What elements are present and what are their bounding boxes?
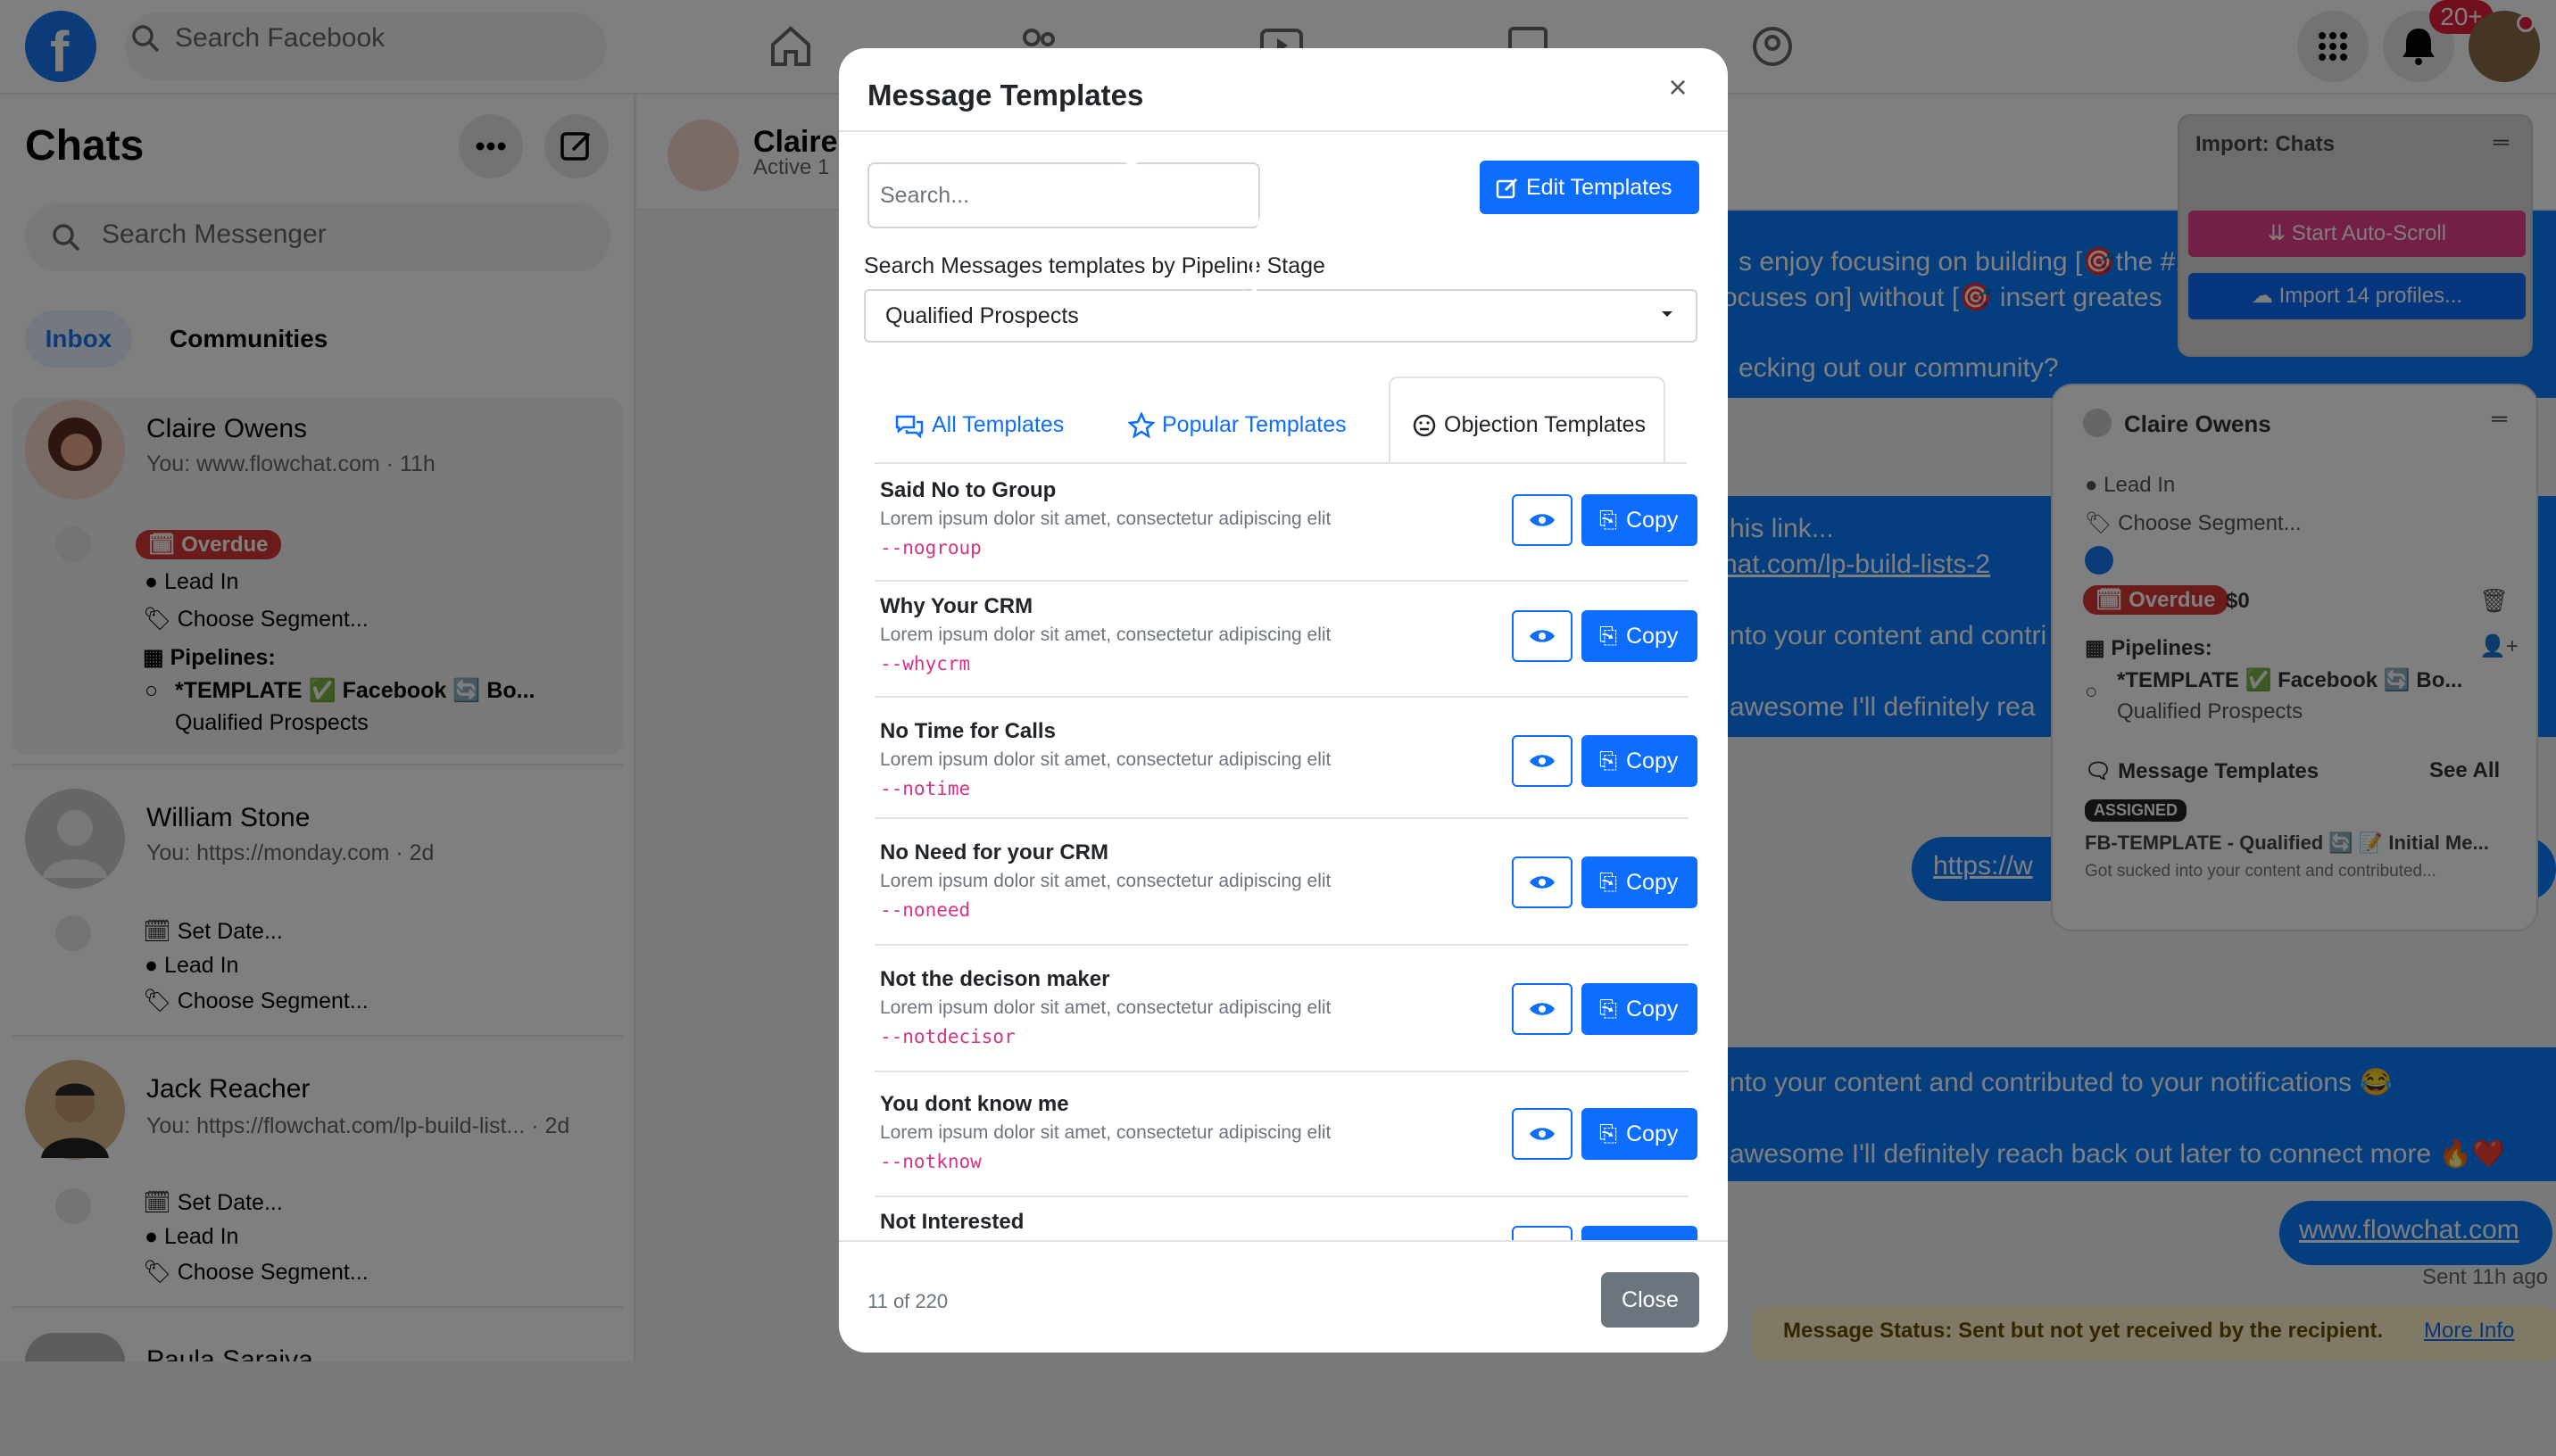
close-icon[interactable]: × xyxy=(1660,70,1696,105)
template-count: 11 of 220 xyxy=(867,1290,949,1312)
template-name: Not the decison maker xyxy=(880,967,1110,991)
template-name: You dont know me xyxy=(880,1092,1069,1116)
divider xyxy=(875,817,1689,819)
divider xyxy=(875,944,1689,946)
copy-button[interactable] xyxy=(1581,1226,1697,1240)
close-button[interactable]: Close xyxy=(1601,1272,1699,1328)
divider xyxy=(875,580,1689,582)
divider xyxy=(839,1240,1728,1242)
copy-button[interactable]: ⎘ Copy xyxy=(1581,610,1697,662)
pipeline-stage-select[interactable]: Qualified Prospects xyxy=(864,289,1697,343)
template-description: Lorem ipsum dolor sit amet, consectetur … xyxy=(880,997,1332,1018)
copy-button[interactable]: ⎘ Copy xyxy=(1581,983,1697,1035)
divider xyxy=(875,1071,1689,1072)
preview-eye-button[interactable] xyxy=(1512,1226,1573,1240)
template-name: Said No to Group xyxy=(880,478,1057,502)
template-shortcode: --notdecisor xyxy=(880,1026,1016,1047)
template-description: Lorem ipsum dolor sit amet, consectetur … xyxy=(880,871,1332,891)
modal-title: Message Templates xyxy=(867,79,1144,112)
callout-text: Tab navigation between template lists xyxy=(994,128,1571,165)
template-shortcode: --whycrm xyxy=(880,653,971,674)
template-description: Lorem ipsum dolor sit amet, consectetur … xyxy=(880,749,1332,770)
template-name: Not Interested xyxy=(880,1210,1025,1234)
copy-button[interactable]: ⎘ Copy xyxy=(1581,735,1697,787)
tab-popular-templates[interactable]: Popular Templates xyxy=(1128,387,1347,462)
template-description: Lorem ipsum dolor sit amet, consectetur … xyxy=(880,625,1332,645)
chevron-down-icon xyxy=(1660,307,1674,321)
template-name: No Time for Calls xyxy=(880,719,1056,743)
preview-eye-button[interactable] xyxy=(1512,610,1573,662)
template-shortcode: --nogroup xyxy=(880,537,982,558)
template-name: No Need for your CRM xyxy=(880,840,1109,864)
copy-button[interactable]: ⎘ Copy xyxy=(1581,856,1697,908)
edit-icon xyxy=(1496,177,1519,200)
preview-eye-button[interactable] xyxy=(1512,983,1573,1035)
preview-eye-button[interactable] xyxy=(1512,735,1573,787)
divider xyxy=(875,1195,1689,1197)
template-shortcode: --notime xyxy=(880,778,971,799)
template-name: Why Your CRM xyxy=(880,594,1033,618)
tab-all-templates[interactable]: All Templates xyxy=(894,387,1064,462)
template-description: Lorem ipsum dolor sit amet, consectetur … xyxy=(880,1122,1332,1143)
tabs-underline xyxy=(875,462,1687,464)
preview-eye-button[interactable] xyxy=(1512,856,1573,908)
template-shortcode: --notknow xyxy=(880,1151,982,1172)
preview-eye-button[interactable] xyxy=(1512,494,1573,546)
preview-eye-button[interactable] xyxy=(1512,1108,1573,1160)
template-description: Lorem ipsum dolor sit amet, consectetur … xyxy=(880,509,1332,529)
template-search-input[interactable]: Search... xyxy=(867,162,1260,228)
divider xyxy=(875,696,1689,698)
template-shortcode: --noneed xyxy=(880,899,971,921)
copy-button[interactable]: ⎘ Copy xyxy=(1581,494,1697,546)
tab-objection-templates[interactable]: Objection Templates xyxy=(1389,376,1665,462)
message-templates-modal: Message Templates × Search... Edit Templ… xyxy=(839,48,1728,1353)
copy-button[interactable]: ⎘ Copy xyxy=(1581,1108,1697,1160)
callout-arrow-icon xyxy=(1226,175,1280,327)
